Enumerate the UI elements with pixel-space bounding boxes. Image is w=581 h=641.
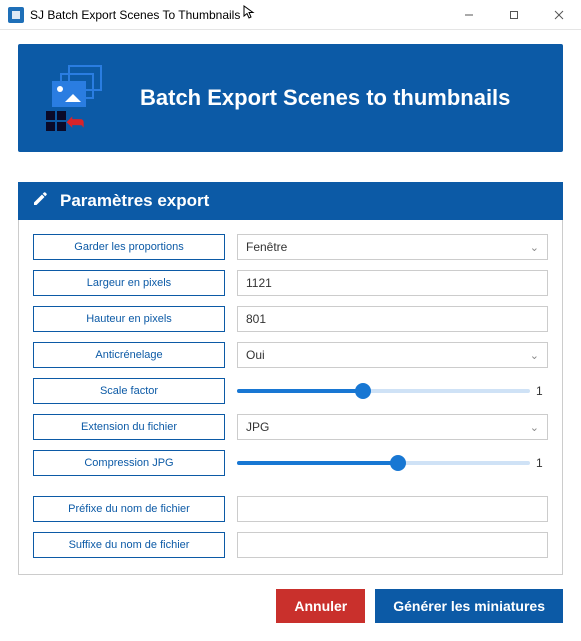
select-value: Fenêtre — [246, 240, 287, 254]
select-keep-proportions[interactable]: Fenêtre ⌄ — [237, 234, 548, 260]
hero-banner: ➦ Batch Export Scenes to thumbnails — [18, 44, 563, 152]
export-form: Garder les proportions Fenêtre ⌄ Largeur… — [18, 220, 563, 575]
label-scale-factor[interactable]: Scale factor — [33, 378, 225, 404]
label-jpg-compression[interactable]: Compression JPG — [33, 450, 225, 476]
window-close-button[interactable] — [536, 0, 581, 30]
input-height[interactable]: 801 — [237, 306, 548, 332]
chevron-down-icon: ⌄ — [530, 241, 539, 254]
input-filename-suffix[interactable] — [237, 532, 548, 558]
hero-title: Batch Export Scenes to thumbnails — [140, 85, 510, 111]
input-filename-prefix[interactable] — [237, 496, 548, 522]
slider-compression-value: 1 — [536, 456, 548, 470]
label-height[interactable]: Hauteur en pixels — [33, 306, 225, 332]
cursor-icon — [243, 5, 255, 22]
label-file-ext[interactable]: Extension du fichier — [33, 414, 225, 440]
label-antialias[interactable]: Anticrénelage — [33, 342, 225, 368]
pencil-icon — [32, 191, 48, 212]
action-bar: Annuler Générer les miniatures — [18, 589, 563, 623]
chevron-down-icon: ⌄ — [530, 421, 539, 434]
slider-scale-value: 1 — [536, 384, 548, 398]
generate-button[interactable]: Générer les miniatures — [375, 589, 563, 623]
select-file-ext[interactable]: JPG ⌄ — [237, 414, 548, 440]
slider-jpg-compression[interactable] — [237, 454, 530, 472]
chevron-down-icon: ⌄ — [530, 349, 539, 362]
window-title: SJ Batch Export Scenes To Thumbnails — [30, 8, 240, 22]
select-value: Oui — [246, 348, 265, 362]
input-width[interactable]: 1121 — [237, 270, 548, 296]
cancel-button[interactable]: Annuler — [276, 589, 365, 623]
slider-scale-factor[interactable] — [237, 382, 530, 400]
label-keep-proportions[interactable]: Garder les proportions — [33, 234, 225, 260]
section-title: Paramètres export — [60, 191, 209, 211]
window-titlebar: SJ Batch Export Scenes To Thumbnails — [0, 0, 581, 30]
app-icon — [8, 7, 24, 23]
label-width[interactable]: Largeur en pixels — [33, 270, 225, 296]
label-filename-prefix[interactable]: Préfixe du nom de fichier — [33, 496, 225, 522]
window-maximize-button[interactable] — [491, 0, 536, 30]
window-minimize-button[interactable] — [446, 0, 491, 30]
select-antialias[interactable]: Oui ⌄ — [237, 342, 548, 368]
thumbnails-export-icon: ➦ — [46, 65, 118, 131]
select-value: JPG — [246, 420, 269, 434]
label-filename-suffix[interactable]: Suffixe du nom de fichier — [33, 532, 225, 558]
section-header: Paramètres export — [18, 182, 563, 220]
